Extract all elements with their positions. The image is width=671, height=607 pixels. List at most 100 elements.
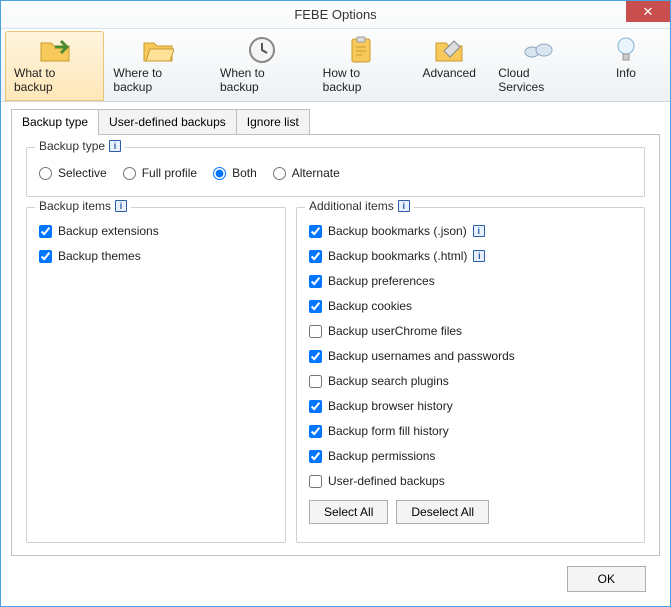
toolbar-item-label: How to backup <box>323 66 401 94</box>
check-label: Backup bookmarks (.json) <box>328 220 467 242</box>
check-item[interactable]: Backup search plugins <box>309 370 632 392</box>
check-label: Backup themes <box>58 245 141 267</box>
columns: Backup items i Backup extensionsBackup t… <box>26 207 645 543</box>
toolbar-item-label: Info <box>616 66 636 80</box>
check-label: Backup permissions <box>328 445 435 467</box>
toolbar-item-label: What to backup <box>14 66 95 94</box>
checkbox-input[interactable] <box>309 325 322 338</box>
check-label: Backup browser history <box>328 395 453 417</box>
radio-label: Both <box>232 162 257 184</box>
check-item[interactable]: Backup cookies <box>309 295 632 317</box>
check-label: Backup userChrome files <box>328 320 462 342</box>
checkbox-input[interactable] <box>309 450 322 463</box>
radio-group-backup-type: Selective Full profile Both Alternate <box>39 162 632 184</box>
toolbar-advanced[interactable]: Advanced <box>409 31 489 101</box>
deselect-all-button[interactable]: Deselect All <box>396 500 489 524</box>
toolbar: What to backup Where to backup When to b… <box>1 29 670 102</box>
checkbox-input[interactable] <box>309 400 322 413</box>
cloud-icon <box>522 36 554 64</box>
radio-alternate[interactable]: Alternate <box>273 162 340 184</box>
clipboard-icon <box>345 36 377 64</box>
backup-items-list: Backup extensions Backup themes <box>39 220 273 267</box>
check-item[interactable]: User-defined backups <box>309 470 632 492</box>
info-icon[interactable]: i <box>109 140 121 152</box>
check-item[interactable]: Backup preferences <box>309 270 632 292</box>
check-label: Backup search plugins <box>328 370 449 392</box>
checkbox-input[interactable] <box>309 475 322 488</box>
radio-selective[interactable]: Selective <box>39 162 107 184</box>
checkbox-input[interactable] <box>309 250 322 263</box>
legend-backup-type: Backup type i <box>35 139 125 153</box>
tab-backup-type[interactable]: Backup type <box>11 109 99 135</box>
tab-panel: Backup type i Selective Full profile Bot… <box>11 134 660 556</box>
check-item[interactable]: Backup browser history <box>309 395 632 417</box>
checkbox-input[interactable] <box>309 425 322 438</box>
fieldset-backup-items: Backup items i Backup extensionsBackup t… <box>26 207 286 543</box>
radio-input[interactable] <box>39 167 52 180</box>
legend-backup-items: Backup items i <box>35 199 131 213</box>
tabs: Backup type User-defined backups Ignore … <box>11 109 660 135</box>
checkbox-input[interactable] <box>309 275 322 288</box>
check-item[interactable]: Backup bookmarks (.json) <box>309 220 467 242</box>
toolbar-item-label: Cloud Services <box>498 66 577 94</box>
toolbar-info[interactable]: Info <box>586 31 666 101</box>
legend-text: Backup items <box>39 199 111 213</box>
check-item[interactable]: Backup userChrome files <box>309 320 632 342</box>
close-button[interactable]: ✕ <box>626 1 670 22</box>
fieldset-additional-items: Additional items i Backup bookmarks (.js… <box>296 207 645 543</box>
additional-items-list: Backup bookmarks (.json)iBackup bookmark… <box>309 220 632 492</box>
checkbox-input[interactable] <box>39 225 52 238</box>
toolbar-item-label: Where to backup <box>113 66 202 94</box>
button-row: Select All Deselect All <box>309 500 632 524</box>
info-icon[interactable]: i <box>398 200 410 212</box>
checkbox-input[interactable] <box>39 250 52 263</box>
folder-open-icon <box>142 36 174 64</box>
toolbar-when-to-backup[interactable]: When to backup <box>211 31 314 101</box>
radio-both[interactable]: Both <box>213 162 257 184</box>
window-title: FEBE Options <box>1 7 670 22</box>
toolbar-where-to-backup[interactable]: Where to backup <box>104 31 211 101</box>
radio-input[interactable] <box>213 167 226 180</box>
radio-input[interactable] <box>123 167 136 180</box>
footer: OK <box>11 556 660 606</box>
check-item[interactable]: Backup usernames and passwords <box>309 345 632 367</box>
checkbox-input[interactable] <box>309 350 322 363</box>
checkbox-input[interactable] <box>309 225 322 238</box>
bulb-icon <box>610 36 642 64</box>
toolbar-how-to-backup[interactable]: How to backup <box>314 31 410 101</box>
check-label: Backup extensions <box>58 220 159 242</box>
ok-button[interactable]: OK <box>567 566 646 592</box>
close-icon: ✕ <box>643 4 654 20</box>
info-icon[interactable]: i <box>473 225 485 237</box>
radio-input[interactable] <box>273 167 286 180</box>
legend-text: Additional items <box>309 199 394 213</box>
checkbox-input[interactable] <box>309 375 322 388</box>
toolbar-what-to-backup[interactable]: What to backup <box>5 31 104 101</box>
check-item[interactable]: Backup bookmarks (.html) <box>309 245 467 267</box>
tab-user-defined-backups[interactable]: User-defined backups <box>98 109 237 135</box>
check-label: User-defined backups <box>328 470 445 492</box>
check-item-row: Backup bookmarks (.html) i <box>309 245 632 267</box>
content-area: Backup type User-defined backups Ignore … <box>1 102 670 606</box>
select-all-button[interactable]: Select All <box>309 500 388 524</box>
tools-icon <box>433 36 465 64</box>
info-icon[interactable]: i <box>473 250 485 262</box>
toolbar-item-label: Advanced <box>423 66 476 80</box>
toolbar-cloud-services[interactable]: Cloud Services <box>489 31 586 101</box>
check-item-row: Backup bookmarks (.json) i <box>309 220 632 242</box>
tab-ignore-list[interactable]: Ignore list <box>236 109 310 135</box>
check-label: Backup bookmarks (.html) <box>328 245 467 267</box>
check-item[interactable]: Backup themes <box>39 245 273 267</box>
legend-additional-items: Additional items i <box>305 199 414 213</box>
radio-full-profile[interactable]: Full profile <box>123 162 197 184</box>
radio-label: Full profile <box>142 162 197 184</box>
info-icon[interactable]: i <box>115 200 127 212</box>
radio-label: Alternate <box>292 162 340 184</box>
check-item[interactable]: Backup permissions <box>309 445 632 467</box>
check-item[interactable]: Backup extensions <box>39 220 273 242</box>
folder-arrow-icon <box>39 36 71 64</box>
check-item[interactable]: Backup form fill history <box>309 420 632 442</box>
checkbox-input[interactable] <box>309 300 322 313</box>
check-label: Backup usernames and passwords <box>328 345 515 367</box>
check-label: Backup preferences <box>328 270 435 292</box>
